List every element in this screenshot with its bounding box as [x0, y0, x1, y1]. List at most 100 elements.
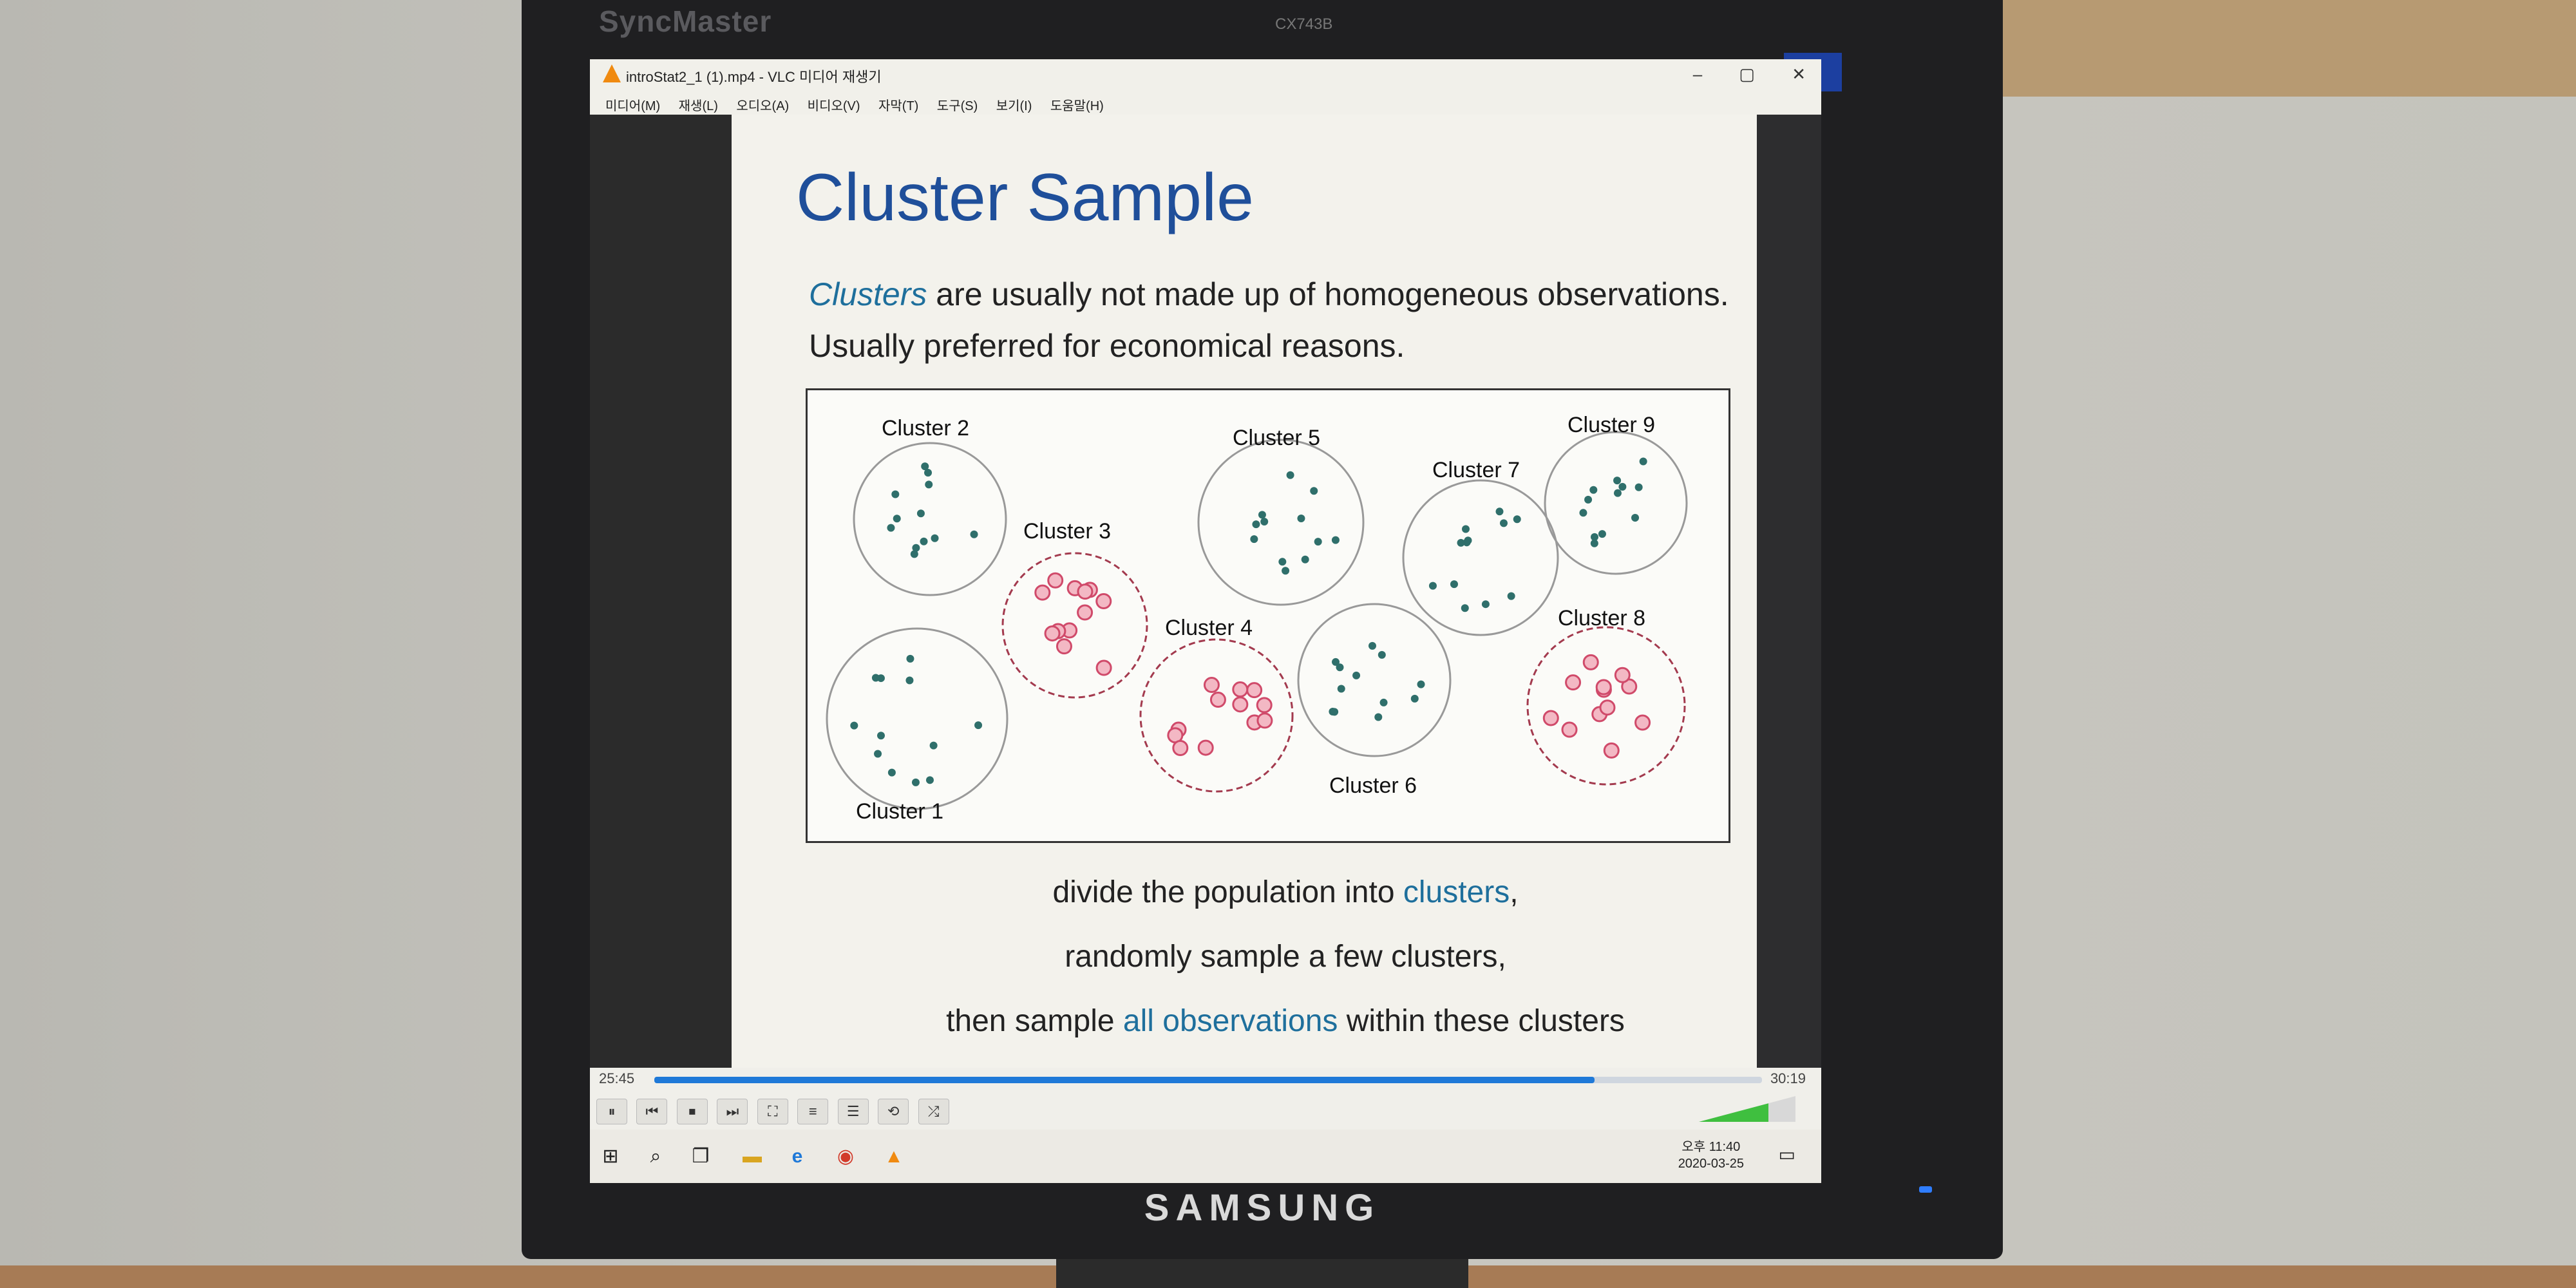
- menu-view[interactable]: 보기(I): [996, 95, 1032, 114]
- extended-settings-button[interactable]: ≡: [797, 1099, 829, 1124]
- slide-line-1: Clusters are usually not made up of homo…: [809, 276, 1729, 313]
- menu-tools[interactable]: 도구(S): [937, 95, 978, 114]
- observation-dot: [911, 778, 920, 786]
- start-icon[interactable]: ⊞: [596, 1142, 625, 1171]
- observation-dot: [876, 732, 885, 740]
- observation-dot: [887, 768, 896, 777]
- observation-dot: [891, 490, 900, 498]
- maximize-button[interactable]: ▢: [1739, 64, 1755, 84]
- clock-time: 오후 11:40: [1681, 1140, 1741, 1154]
- observation-dot: [1618, 482, 1627, 491]
- observation-dot: [1336, 663, 1344, 672]
- observation-dot: [912, 544, 920, 552]
- observation-dot: [1034, 584, 1051, 601]
- playlist-button[interactable]: ☰: [837, 1099, 869, 1124]
- minimize-button[interactable]: –: [1693, 64, 1702, 84]
- caption-1-post: ,: [1510, 875, 1519, 909]
- caption-2: randomly sample a few clusters,: [1065, 940, 1506, 974]
- observation-dot: [1077, 604, 1094, 621]
- shuffle-button[interactable]: ⤮: [918, 1099, 949, 1124]
- observation-dot: [871, 674, 880, 682]
- observation-dot: [1056, 638, 1072, 655]
- observation-dot: [1368, 641, 1376, 650]
- pause-button[interactable]: ⏸: [596, 1099, 627, 1124]
- menu-subtitle[interactable]: 자막(T): [878, 95, 918, 114]
- loop-button[interactable]: ⟲: [878, 1099, 909, 1124]
- observation-dot: [1278, 558, 1287, 566]
- observation-dot: [906, 654, 914, 663]
- wall-board: [1964, 0, 2576, 97]
- observation-dot: [1314, 538, 1322, 546]
- fullscreen-button[interactable]: ⛶: [757, 1099, 788, 1124]
- observation-dot: [1297, 514, 1305, 522]
- observation-dot: [1631, 514, 1640, 522]
- cluster-label-3: Cluster 3: [1023, 519, 1111, 544]
- menu-media[interactable]: 미디어(M): [605, 95, 660, 114]
- observation-dot: [1462, 525, 1470, 533]
- taskbar: ⊞ ⌕ ❐ ▬ e ◉ ▲ 오후 11:40 2020-03-25 ▭: [590, 1130, 1821, 1183]
- caption-3: then sample all observations within thes…: [732, 1003, 1821, 1039]
- observation-dot: [1565, 674, 1582, 691]
- observation-dot: [1095, 592, 1112, 609]
- observation-dot: [1428, 582, 1437, 590]
- observation-dot: [850, 721, 858, 730]
- menu-bar: 미디어(M) 재생(L) 오디오(A) 비디오(V) 자막(T) 도구(S) 보…: [590, 90, 1821, 115]
- samsung-logo: SAMSUNG: [1144, 1187, 1381, 1229]
- search-icon[interactable]: ⌕: [641, 1142, 670, 1171]
- observation-dot: [1603, 742, 1620, 759]
- player-controls: 25:45 30:19 ⏸ ⏮ ⏹ ⏭ ⛶ ≡ ☰ ⟲ ⤮: [590, 1068, 1821, 1130]
- clock[interactable]: 오후 11:40 2020-03-25: [1678, 1139, 1744, 1172]
- menu-audio[interactable]: 오디오(A): [736, 95, 789, 114]
- observation-dot: [931, 534, 939, 542]
- seek-bar[interactable]: [654, 1077, 1762, 1083]
- volume-slider[interactable]: [1699, 1096, 1795, 1122]
- previous-button[interactable]: ⏮: [636, 1099, 668, 1124]
- observation-dot: [1634, 714, 1651, 731]
- observation-dot: [1464, 536, 1472, 545]
- observation-dot: [1172, 740, 1189, 757]
- observation-dot: [1258, 511, 1266, 519]
- menu-help[interactable]: 도움말(H): [1050, 95, 1104, 114]
- window-buttons: – ▢ ✕: [1661, 64, 1806, 84]
- observation-dot: [1282, 567, 1290, 575]
- slide-line-1-rest: are usually not made up of homogeneous o…: [927, 276, 1729, 312]
- cluster-circle-2: [853, 442, 1007, 596]
- observation-dot: [1613, 489, 1622, 497]
- observation-dot: [1379, 698, 1388, 706]
- observation-dot: [1044, 625, 1061, 642]
- chrome-icon[interactable]: ◉: [831, 1142, 860, 1171]
- observation-dot: [974, 721, 983, 730]
- elapsed-time: 25:45: [599, 1070, 635, 1086]
- vlc-icon: [603, 64, 621, 82]
- stop-button[interactable]: ⏹: [676, 1099, 708, 1124]
- bezel-brand: SyncMaster: [599, 5, 772, 38]
- caption-3-accent: all observations: [1122, 1004, 1338, 1038]
- control-buttons: ⏸ ⏮ ⏹ ⏭ ⛶ ≡ ☰ ⟲ ⤮: [596, 1099, 956, 1124]
- cluster-label-1: Cluster 1: [856, 799, 943, 824]
- observation-dot: [905, 676, 914, 685]
- observation-dot: [1209, 692, 1226, 708]
- observation-dot: [1495, 507, 1504, 516]
- task-view-icon[interactable]: ❐: [687, 1142, 715, 1171]
- caption-1: divide the population into clusters,: [732, 875, 1821, 910]
- clusters-term: Clusters: [809, 276, 927, 312]
- cluster-label-7: Cluster 7: [1432, 458, 1520, 482]
- close-button[interactable]: ✕: [1792, 64, 1806, 84]
- observation-dot: [1331, 708, 1339, 716]
- notification-icon[interactable]: ▭: [1779, 1144, 1795, 1165]
- caption-1-accent: clusters: [1403, 875, 1510, 909]
- file-explorer-icon[interactable]: ▬: [738, 1142, 766, 1171]
- observation-dot: [1417, 680, 1425, 688]
- next-button[interactable]: ⏭: [717, 1099, 748, 1124]
- observation-dot: [1197, 739, 1214, 756]
- caption-3-post: within these clusters: [1338, 1004, 1625, 1038]
- menu-playback[interactable]: 재생(L): [679, 95, 718, 114]
- menu-video[interactable]: 비디오(V): [808, 95, 860, 114]
- cluster-label-5: Cluster 5: [1233, 426, 1320, 450]
- observation-dot: [916, 509, 925, 518]
- edge-icon[interactable]: e: [783, 1142, 811, 1171]
- video-area[interactable]: Cluster Sample Clusters are usually not …: [590, 115, 1821, 1068]
- observation-dot: [1331, 536, 1340, 544]
- vlc-taskbar-icon[interactable]: ▲: [880, 1142, 908, 1171]
- observation-dot: [874, 750, 882, 758]
